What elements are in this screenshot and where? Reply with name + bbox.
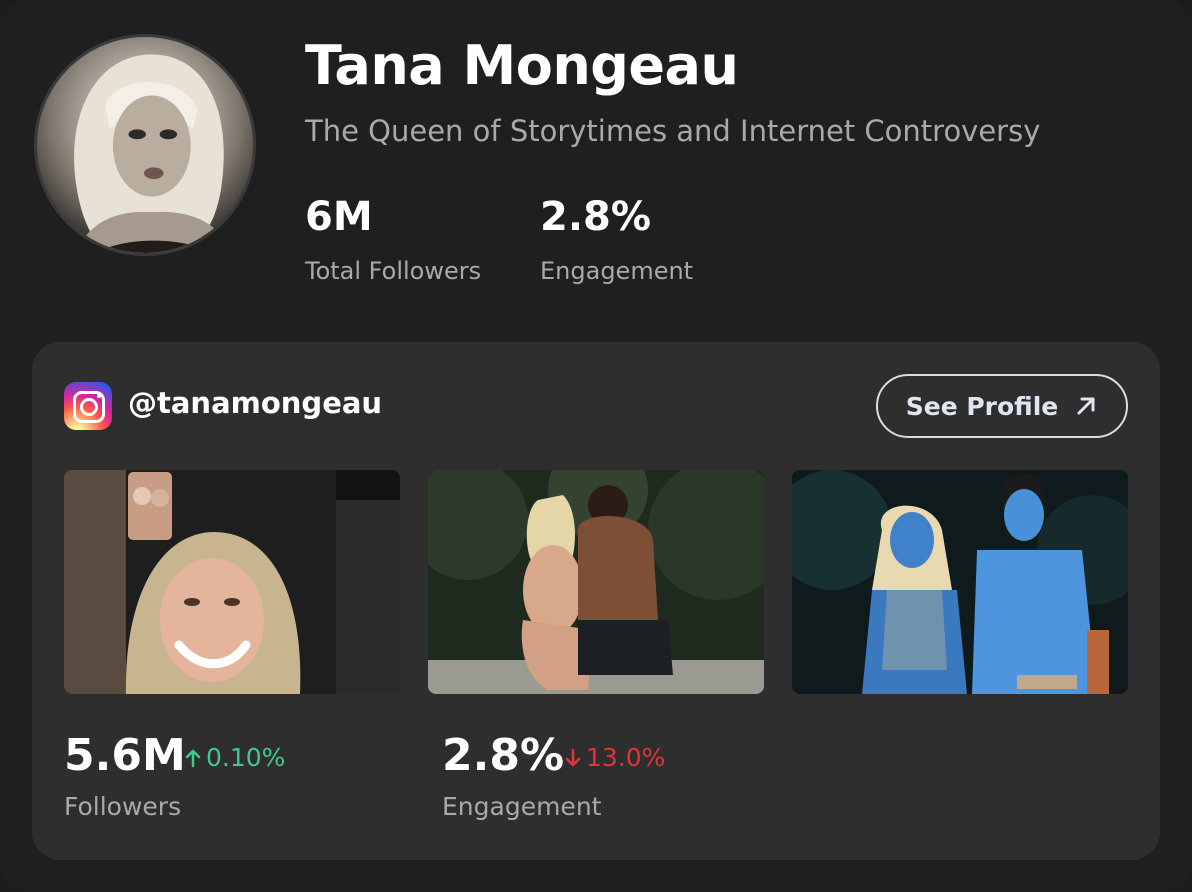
instagram-icon: [64, 382, 112, 430]
engagement-rate-label: Engagement: [442, 792, 602, 821]
post-thumbnail-facetime-selfie[interactable]: [64, 470, 400, 694]
see-profile-label: See Profile: [905, 391, 1059, 421]
followers-delta-value: 0.10%: [206, 743, 286, 772]
engagement-value: 2.8%: [540, 194, 651, 240]
creator-tagline: The Queen of Storytimes and Internet Con…: [305, 114, 1041, 148]
engagement-delta: 13.0%: [564, 743, 665, 772]
followers-value: 5.6M: [64, 730, 186, 781]
see-profile-button[interactable]: See Profile: [876, 374, 1128, 438]
followers-delta: 0.10%: [184, 743, 285, 772]
total-followers-value: 6M: [305, 194, 373, 240]
followers-label: Followers: [64, 792, 182, 821]
arrow-down-icon: [565, 748, 581, 766]
post-thumbnail-couple-forest[interactable]: [428, 470, 764, 694]
engagement-delta-value: 13.0%: [586, 743, 666, 772]
post-thumbnail-avatar-costume[interactable]: [792, 470, 1128, 694]
arrow-up-icon: [185, 749, 201, 767]
avatar: [34, 34, 256, 256]
arrow-up-right-icon: [1077, 397, 1095, 415]
engagement-rate-value: 2.8%: [442, 730, 565, 781]
creator-name: Tana Mongeau: [305, 34, 739, 97]
engagement-label: Engagement: [540, 257, 694, 285]
instagram-handle[interactable]: @tanamongeau: [128, 386, 382, 420]
total-followers-label: Total Followers: [305, 257, 482, 285]
creator-card: Tana Mongeau The Queen of Storytimes and…: [0, 0, 1192, 892]
